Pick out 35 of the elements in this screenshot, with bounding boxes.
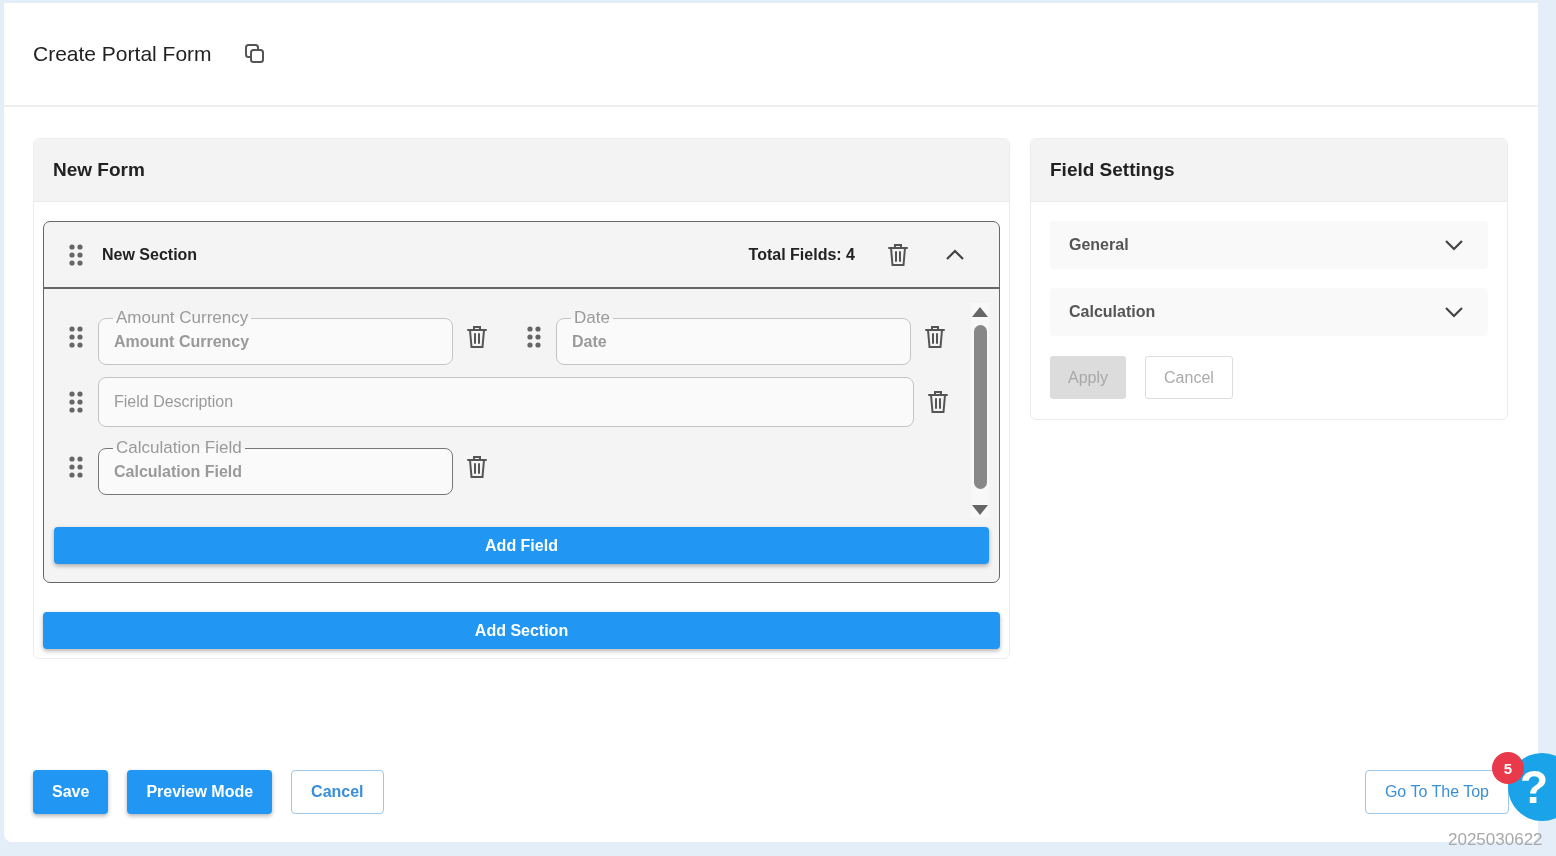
- trash-icon[interactable]: [928, 390, 948, 414]
- accordion-header[interactable]: General: [1050, 221, 1488, 269]
- section-title: New Section: [102, 245, 199, 264]
- primary-button[interactable]: Save: [33, 770, 109, 814]
- drag-handle-icon[interactable]: [69, 326, 83, 348]
- accordion-header[interactable]: Calculation: [1050, 288, 1488, 336]
- drag-handle-icon[interactable]: [69, 456, 83, 478]
- cancel-button[interactable]: Cancel: [291, 770, 384, 814]
- chevron-down-icon[interactable]: [1444, 239, 1464, 251]
- text-field[interactable]: Calculation Field Calculation Field: [98, 439, 453, 495]
- text-field[interactable]: Date Date: [556, 309, 911, 365]
- page-title: Create Portal Form: [33, 42, 212, 66]
- version-number: 2025030622: [1448, 830, 1543, 849]
- trash-icon[interactable]: [467, 455, 487, 479]
- panel-title: Field Settings: [1050, 159, 1175, 181]
- chevron-up-icon[interactable]: [945, 248, 965, 261]
- trash-icon[interactable]: [925, 325, 945, 349]
- primary-button[interactable]: Preview Mode: [127, 770, 273, 814]
- text-field[interactable]: Amount Currency Amount Currency: [98, 309, 453, 365]
- panel-title: New Form: [53, 159, 145, 181]
- description-field[interactable]: Field Description: [98, 377, 914, 427]
- drag-handle-icon[interactable]: [69, 391, 83, 413]
- accordion-label: Calculation: [1069, 303, 1156, 321]
- drag-handle-icon[interactable]: [69, 243, 83, 266]
- add-section-button[interactable]: Add Section: [43, 612, 1000, 649]
- field-count: Total Fields: 4: [748, 245, 855, 264]
- copy-icon[interactable]: [243, 43, 266, 65]
- accordion-label: General: [1069, 236, 1129, 254]
- add-field-button[interactable]: Add Field: [54, 527, 989, 564]
- chevron-down-icon[interactable]: [1444, 306, 1464, 318]
- drag-handle-icon[interactable]: [527, 326, 541, 348]
- trash-icon[interactable]: [888, 242, 908, 267]
- scrollbar[interactable]: [971, 303, 989, 517]
- cancel-button[interactable]: Cancel: [1145, 356, 1233, 399]
- trash-icon[interactable]: [467, 325, 487, 349]
